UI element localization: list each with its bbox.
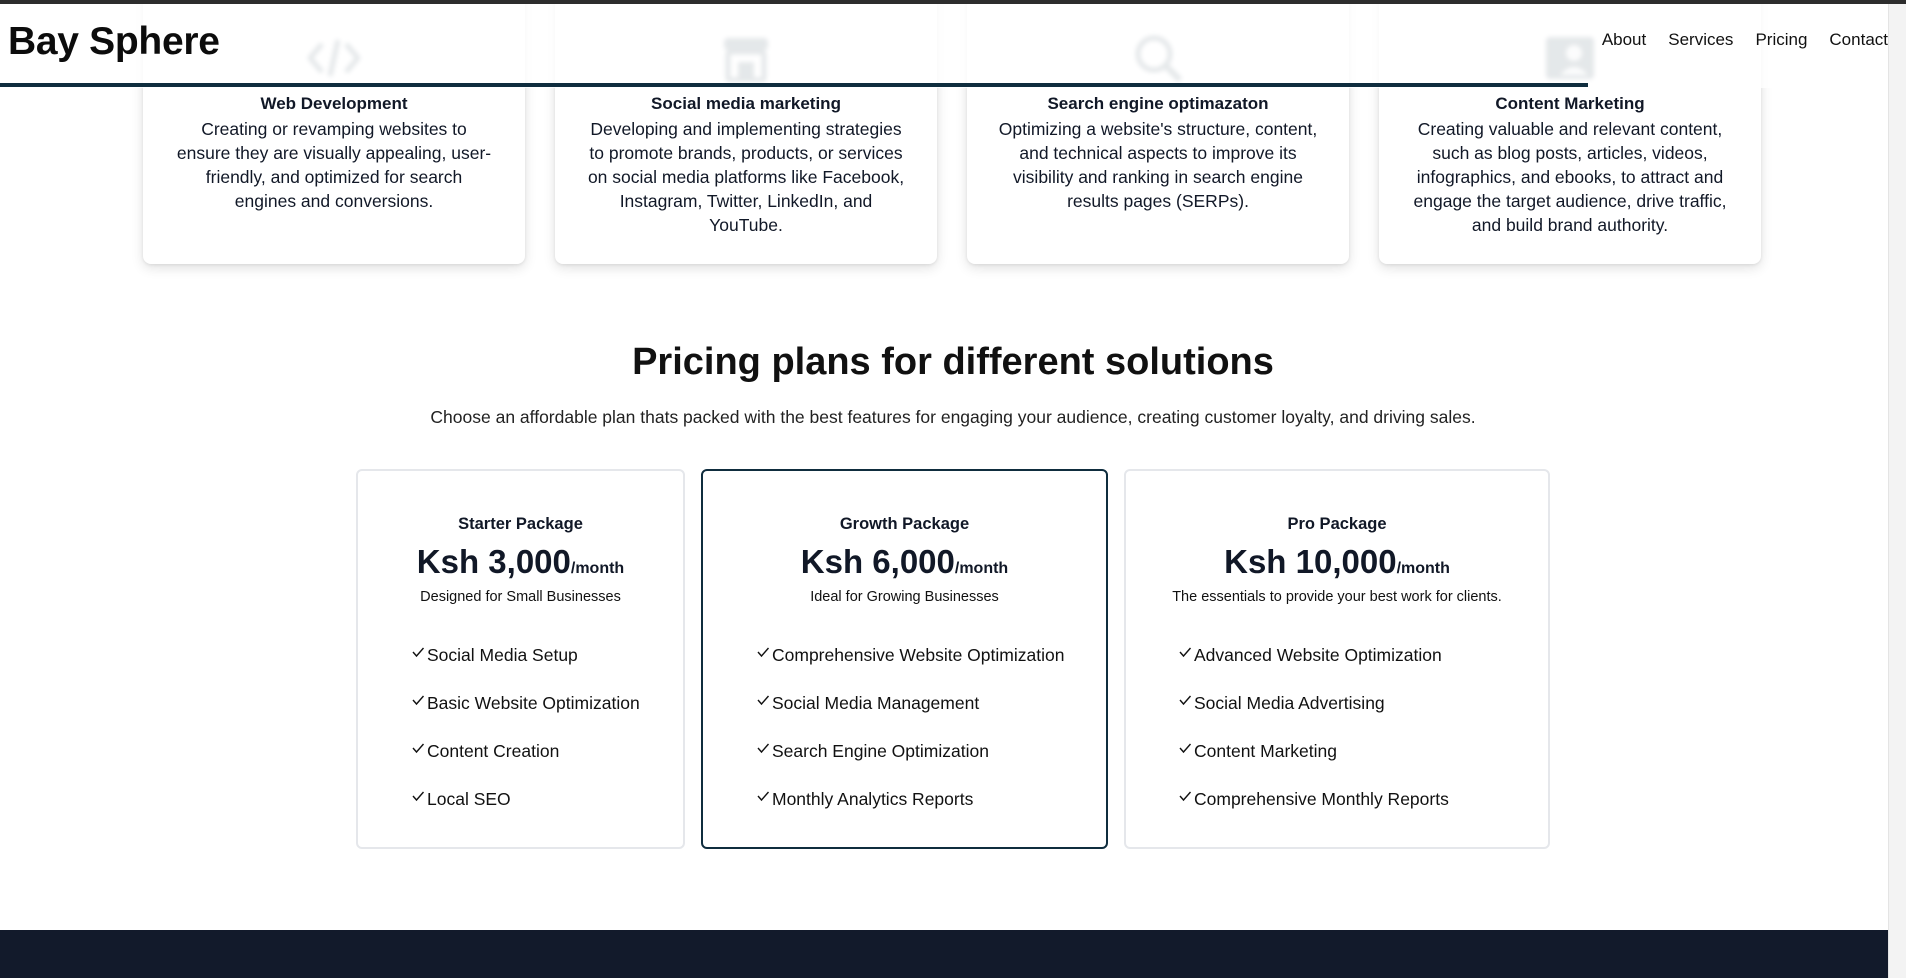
check-icon [757, 647, 770, 658]
plan-features: Comprehensive Website Optimization Socia… [756, 631, 1064, 823]
plan-features: Social Media Setup Basic Website Optimiz… [411, 631, 640, 823]
plan-description: Ideal for Growing Businesses [810, 589, 999, 605]
feature-label: Social Media Advertising [1194, 692, 1385, 713]
service-title: Social media marketing [651, 94, 841, 113]
plan-price: Ksh 10,000/month [1126, 543, 1548, 581]
feature-label: Social Media Management [772, 692, 980, 713]
feature-label: Content Marketing [1194, 740, 1337, 761]
check-icon [1179, 743, 1192, 754]
nav-contact[interactable]: Contact [1829, 30, 1888, 50]
plan-card-growth: Growth Package Ksh 6,000/month Ideal for… [701, 469, 1108, 849]
feature-item: Content Marketing [1178, 727, 1449, 775]
feature-label: Content Creation [427, 740, 560, 761]
feature-item: Content Creation [411, 727, 640, 775]
check-icon [412, 695, 425, 706]
price-period: /month [954, 560, 1009, 577]
check-icon [1179, 791, 1192, 802]
service-description: Optimizing a website's structure, conten… [998, 119, 1318, 211]
feature-label: Local SEO [427, 788, 511, 809]
plan-name: Growth Package [839, 515, 970, 533]
plan-description: The essentials to provide your best work… [1172, 589, 1502, 605]
check-icon [757, 695, 770, 706]
price-period: /month [570, 560, 625, 577]
check-icon [757, 791, 770, 802]
feature-label: Comprehensive Monthly Reports [1194, 788, 1449, 809]
feature-item: Advanced Website Optimization [1178, 631, 1449, 679]
main-nav: About Services Pricing Contact [1580, 30, 1888, 50]
feature-label: Monthly Analytics Reports [772, 788, 974, 809]
service-title: Search engine optimazaton [1047, 94, 1269, 113]
feature-item: Social Media Setup [411, 631, 640, 679]
plan-card-pro: Pro Package Ksh 10,000/month The essenti… [1124, 469, 1550, 849]
pricing-subtitle: Choose an affordable plan thats packed w… [430, 407, 1476, 427]
feature-item: Search Engine Optimization [756, 727, 1064, 775]
pricing-title: Pricing plans for different solutions [632, 341, 1274, 383]
plan-description: Designed for Small Businesses [420, 589, 621, 605]
nav-about[interactable]: About [1602, 30, 1646, 50]
price-amount: Ksh 10,000 [1224, 543, 1397, 580]
price-period: /month [1396, 560, 1450, 577]
feature-item: Comprehensive Monthly Reports [1178, 775, 1449, 823]
feature-item: Social Media Advertising [1178, 679, 1449, 727]
feature-item: Social Media Management [756, 679, 1064, 727]
price-amount: Ksh 3,000 [416, 543, 571, 580]
header-underline [0, 83, 1588, 87]
nav-services[interactable]: Services [1668, 30, 1733, 50]
feature-item: Basic Website Optimization [411, 679, 640, 727]
plan-card-starter: Starter Package Ksh 3,000/month Designed… [356, 469, 685, 849]
price-amount: Ksh 6,000 [800, 543, 955, 580]
plan-price: Ksh 6,000/month [703, 543, 1106, 581]
site-footer [0, 930, 1906, 978]
service-title: Content Marketing [1495, 94, 1645, 113]
plan-price: Ksh 3,000/month [358, 543, 683, 581]
plan-features: Advanced Website Optimization Social Med… [1178, 631, 1449, 823]
check-icon [757, 743, 770, 754]
feature-item: Monthly Analytics Reports [756, 775, 1064, 823]
feature-label: Basic Website Optimization [427, 692, 640, 713]
service-description: Creating valuable and relevant content, … [1413, 119, 1727, 235]
check-icon [412, 791, 425, 802]
feature-item: Comprehensive Website Optimization [756, 631, 1064, 679]
service-description: Creating or revamping websites to ensure… [176, 119, 492, 211]
check-icon [1179, 695, 1192, 706]
check-icon [412, 647, 425, 658]
feature-label: Social Media Setup [427, 644, 578, 665]
feature-label: Search Engine Optimization [772, 740, 989, 761]
service-title: Web Development [260, 94, 408, 113]
feature-label: Comprehensive Website Optimization [772, 644, 1065, 665]
plan-name: Starter Package [458, 515, 583, 533]
window-top-strip [0, 0, 1906, 4]
nav-pricing[interactable]: Pricing [1755, 30, 1807, 50]
page-scrollbar[interactable] [1888, 4, 1906, 978]
site-logo[interactable]: Bay Sphere [8, 20, 220, 64]
plan-name: Pro Package [1287, 515, 1387, 533]
check-icon [412, 743, 425, 754]
feature-item: Local SEO [411, 775, 640, 823]
feature-label: Advanced Website Optimization [1194, 644, 1442, 665]
check-icon [1179, 647, 1192, 658]
service-description: Developing and implementing strategies t… [587, 119, 905, 235]
